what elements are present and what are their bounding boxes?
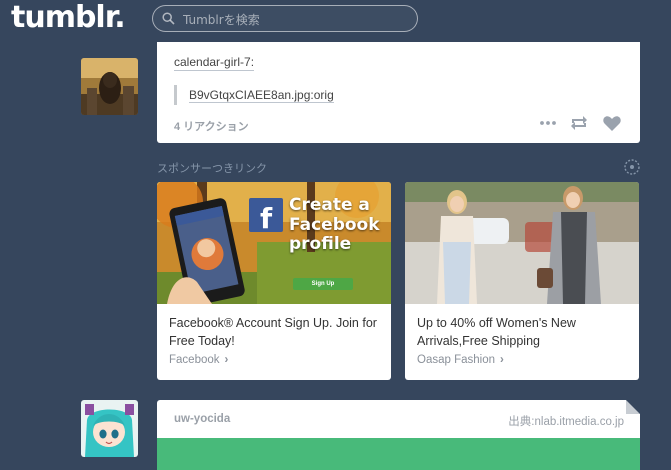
ad-source-label: Oasap Fashion: [417, 354, 495, 366]
reblog-icon[interactable]: [569, 114, 589, 132]
ad-card-oasap[interactable]: Up to 40% off Women's New Arrivals,Free …: [405, 182, 639, 380]
tumblr-logo[interactable]: tumblr.: [11, 0, 126, 36]
post1-quote-link[interactable]: B9vGtqxCIAEE8an.jpg:orig: [189, 88, 334, 103]
search-icon: [162, 12, 175, 25]
post2-avatar-image: [81, 400, 138, 457]
post2-blog-name[interactable]: uw-yocida: [174, 413, 230, 425]
top-bar: tumblr.: [0, 0, 671, 40]
chevron-right-icon: ›: [224, 354, 229, 366]
post2-content-preview: [157, 438, 640, 470]
facebook-ad-signup-badge: Sign Up: [311, 281, 335, 287]
svg-text:f: f: [260, 202, 273, 235]
post2-avatar[interactable]: [81, 400, 138, 457]
post1-quote: B9vGtqxCIAEE8an.jpg:orig: [174, 85, 334, 105]
ad-image-facebook[interactable]: f Create a Facebook profile Sign Up: [157, 182, 391, 304]
post1-blog-name[interactable]: calendar-girl-7:: [174, 55, 255, 71]
search-box[interactable]: [152, 5, 418, 32]
search-input[interactable]: [181, 9, 405, 30]
sponsored-links-label: スポンサーつきリンク: [157, 163, 267, 175]
ad-title-facebook[interactable]: Facebook® Account Sign Up. Join for Free…: [169, 314, 381, 350]
like-icon[interactable]: [602, 114, 622, 132]
facebook-ad-headline: Create a Facebook profile: [289, 195, 380, 254]
page-fold-icon: [626, 400, 640, 414]
post1-notes-count[interactable]: 4 リアクション: [174, 118, 249, 134]
post1-avatar-image: [81, 58, 138, 115]
chevron-right-icon: ›: [500, 354, 504, 366]
ad-title-oasap[interactable]: Up to 40% off Women's New Arrivals,Free …: [417, 314, 629, 350]
post-card-1: calendar-girl-7: B9vGtqxCIAEE8an.jpg:ori…: [157, 42, 640, 143]
post-card-2: uw-yocida 出典:nlab.itmedia.co.jp: [157, 400, 640, 470]
sponsored-info-icon[interactable]: [623, 158, 641, 176]
post1-avatar[interactable]: [81, 58, 138, 115]
ad-card-facebook[interactable]: f Create a Facebook profile Sign Up Face…: [157, 182, 391, 380]
ad-source-oasap[interactable]: Oasap Fashion ›: [417, 354, 504, 366]
fashion-ad-image: [405, 182, 639, 304]
post2-source-link[interactable]: 出典:nlab.itmedia.co.jp: [508, 413, 624, 429]
ad-image-oasap[interactable]: [405, 182, 639, 304]
ad-source-label: Facebook: [169, 354, 220, 366]
ad-source-facebook[interactable]: Facebook ›: [169, 354, 228, 366]
more-icon[interactable]: [539, 114, 557, 132]
